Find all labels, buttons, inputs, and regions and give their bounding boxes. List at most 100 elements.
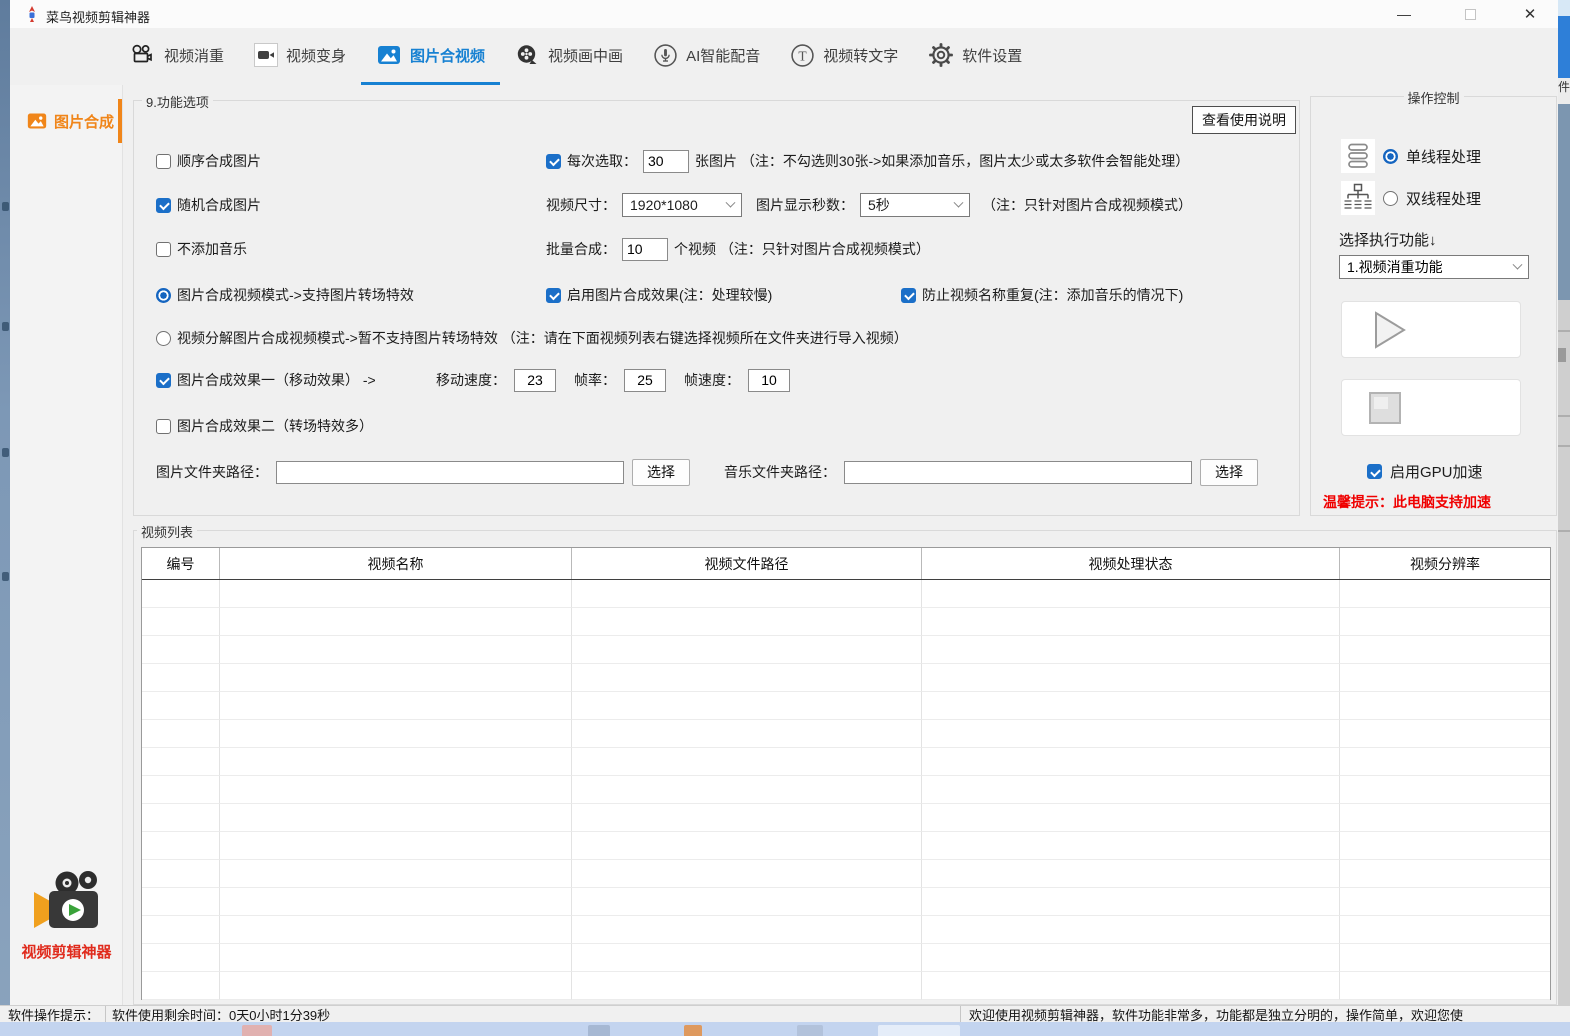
single-thread-option[interactable]: 单线程处理: [1341, 139, 1481, 173]
checkbox-checked-icon[interactable]: [546, 154, 561, 169]
table-cell: [572, 580, 922, 608]
mode-image-radio[interactable]: 图片合成视频模式->支持图片转场特效: [156, 282, 414, 308]
tab-video-pip[interactable]: 视频画中画: [500, 28, 638, 85]
column-header[interactable]: 视频名称: [220, 548, 572, 579]
video-table[interactable]: 编号 视频名称 视频文件路径 视频处理状态 视频分辨率: [141, 547, 1551, 1000]
table-row[interactable]: [142, 776, 1550, 804]
table-row[interactable]: [142, 580, 1550, 608]
camcorder-icon: [254, 43, 278, 67]
checkbox-unchecked-icon[interactable]: [156, 154, 171, 169]
taskbar-icon-fragment: [797, 1025, 823, 1036]
table-cell: [922, 916, 1340, 944]
function-select[interactable]: 1.视频消重功能: [1339, 255, 1529, 279]
column-header[interactable]: 视频文件路径: [572, 548, 922, 579]
mode-decompose-radio[interactable]: 视频分解图片合成视频模式->暂不支持图片转场特效 （注：请在下面视频列表右键选择…: [156, 325, 908, 351]
prevent-duplicate-option[interactable]: 防止视频名称重复(注：添加音乐的情况下): [901, 282, 1183, 308]
table-row[interactable]: [142, 860, 1550, 888]
table-cell: [1340, 804, 1550, 832]
table-row[interactable]: [142, 804, 1550, 832]
table-row[interactable]: [142, 748, 1550, 776]
column-header[interactable]: 视频分辨率: [1340, 548, 1550, 579]
table-cell: [922, 692, 1340, 720]
table-cell: [572, 636, 922, 664]
music-folder-choose-button[interactable]: 选择: [1200, 459, 1258, 486]
table-row[interactable]: [142, 608, 1550, 636]
random-compose-option[interactable]: 随机合成图片: [156, 192, 261, 218]
table-cell: [572, 664, 922, 692]
maximize-button[interactable]: [1448, 0, 1492, 28]
help-button[interactable]: 查看使用说明: [1192, 106, 1296, 134]
start-button[interactable]: [1341, 301, 1521, 358]
radio-unselected-icon[interactable]: [1383, 191, 1398, 206]
close-button[interactable]: ✕: [1508, 0, 1552, 28]
checkbox-unchecked-icon[interactable]: [156, 242, 171, 257]
radio-unselected-icon[interactable]: [156, 331, 171, 346]
table-cell: [220, 636, 572, 664]
table-row[interactable]: [142, 664, 1550, 692]
table-cell: [1340, 832, 1550, 860]
table-cell: [922, 888, 1340, 916]
table-row[interactable]: [142, 720, 1550, 748]
checkbox-checked-icon[interactable]: [156, 198, 171, 213]
table-row[interactable]: [142, 832, 1550, 860]
frame-rate-input[interactable]: [624, 369, 666, 392]
tab-picture-to-video[interactable]: 图片合视频: [361, 28, 500, 85]
table-cell: [142, 804, 220, 832]
video-size-select[interactable]: 1920*1080: [622, 193, 742, 217]
radio-selected-icon[interactable]: [156, 288, 171, 303]
seconds-select[interactable]: 5秒: [860, 193, 970, 217]
image-folder-choose-button[interactable]: 选择: [632, 459, 690, 486]
batch-count-input[interactable]: [622, 238, 668, 261]
checkbox-checked-icon[interactable]: [546, 288, 561, 303]
option-row: 随机合成图片 视频尺寸： 1920*1080 图片显示秒数： 5秒 （注：只针对…: [134, 192, 1299, 218]
gpu-option[interactable]: 启用GPU加速: [1367, 461, 1483, 482]
effect-two-option[interactable]: 图片合成效果二（转场特效多）: [156, 413, 373, 439]
table-row[interactable]: [142, 692, 1550, 720]
frame-speed-input[interactable]: [748, 369, 790, 392]
table-cell: [1340, 720, 1550, 748]
table-cell: [220, 860, 572, 888]
minimize-button[interactable]: —: [1382, 0, 1426, 28]
tab-video-transform[interactable]: 视频变身: [239, 28, 361, 85]
no-music-option[interactable]: 不添加音乐: [156, 236, 247, 262]
move-speed-input[interactable]: [514, 369, 556, 392]
enable-effect-option[interactable]: 启用图片合成效果(注：处理较慢): [546, 282, 772, 308]
image-folder-input[interactable]: [276, 461, 624, 484]
table-cell: [572, 748, 922, 776]
tab-video-dedupe[interactable]: 视频消重: [113, 28, 239, 85]
pick-count-option[interactable]: 每次选取： 张图片 （注：不勾选则30张->如果添加音乐，图片太少或太多软件会智…: [546, 148, 1189, 174]
table-row[interactable]: [142, 888, 1550, 916]
table-cell: [142, 748, 220, 776]
table-row[interactable]: [142, 944, 1550, 972]
checkbox-checked-icon[interactable]: [901, 288, 916, 303]
video-list-legend: 视频列表: [137, 522, 197, 541]
tab-video-to-text[interactable]: T 视频转文字: [775, 28, 913, 85]
pick-count-input[interactable]: [643, 150, 689, 173]
dual-thread-option[interactable]: 双线程处理: [1341, 181, 1481, 215]
column-header[interactable]: 视频处理状态: [922, 548, 1340, 579]
tab-settings[interactable]: 软件设置: [913, 28, 1037, 85]
radio-selected-icon[interactable]: [1383, 149, 1398, 164]
stop-button[interactable]: [1341, 379, 1521, 436]
option-label: 单线程处理: [1406, 146, 1481, 167]
table-cell: [572, 692, 922, 720]
tab-ai-voice[interactable]: AI智能配音: [638, 28, 775, 85]
checkbox-checked-icon[interactable]: [156, 373, 171, 388]
music-folder-input[interactable]: [844, 461, 1192, 484]
sidebar-item-picture-compose[interactable]: 图片合成: [10, 103, 123, 139]
table-row[interactable]: [142, 636, 1550, 664]
table-cell: [922, 944, 1340, 972]
tab-label: 视频消重: [164, 45, 224, 66]
table-row[interactable]: [142, 916, 1550, 944]
edge-seg: [1558, 104, 1570, 300]
table-cell: [1340, 580, 1550, 608]
effect-one-option[interactable]: 图片合成效果一（移动效果） ->: [156, 367, 376, 393]
tab-label: 视频转文字: [823, 45, 898, 66]
checkbox-checked-icon[interactable]: [1367, 464, 1382, 479]
desktop-edge-strip: [0, 0, 10, 1036]
table-row[interactable]: [142, 972, 1550, 1000]
seq-compose-option[interactable]: 顺序合成图片: [156, 148, 261, 174]
option-note: 张图片 （注：不勾选则30张->如果添加音乐，图片太少或太多软件会智能处理）: [695, 151, 1189, 171]
checkbox-unchecked-icon[interactable]: [156, 419, 171, 434]
column-header[interactable]: 编号: [142, 548, 220, 579]
